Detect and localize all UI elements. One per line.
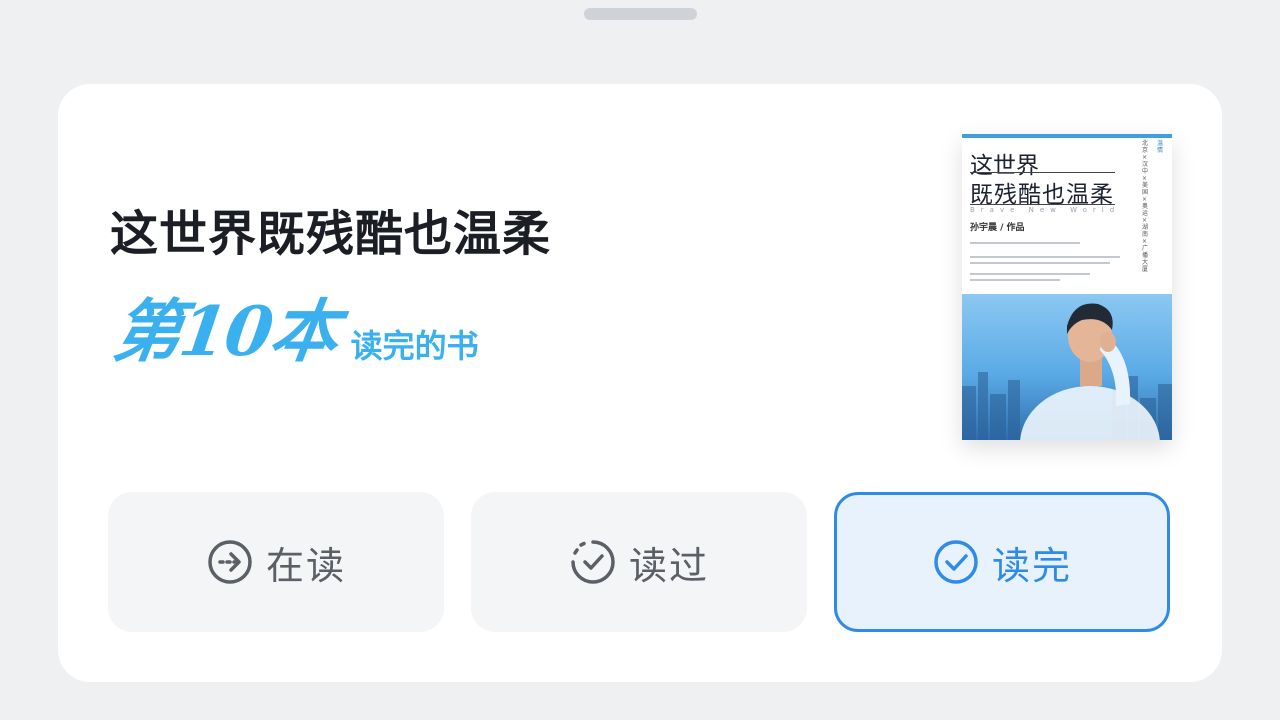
cover-rule bbox=[970, 172, 1115, 173]
status-finished-button[interactable]: 读完 bbox=[834, 492, 1170, 632]
cover-side-text-2: 温情 bbox=[1157, 140, 1164, 154]
cover-text-line bbox=[970, 262, 1110, 264]
cover-text-line bbox=[970, 273, 1090, 275]
arrow-right-circle-icon bbox=[206, 538, 254, 586]
cover-text-line bbox=[970, 256, 1120, 258]
cover-subtitle: Brave New World bbox=[970, 206, 1121, 214]
drag-handle[interactable] bbox=[584, 8, 697, 20]
cover-photo bbox=[962, 294, 1172, 440]
status-finished-label: 读完 bbox=[991, 543, 1072, 588]
milestone-count: 第10本 bbox=[108, 292, 343, 372]
status-reading-label: 在读 bbox=[265, 543, 346, 588]
cover-side-text: 北京×汉中×美国×奥运×湖南×广播大厦 bbox=[1142, 140, 1149, 273]
cover-text-line bbox=[970, 242, 1080, 244]
cover-author: 孙宇晨 / 作品 bbox=[970, 223, 1025, 233]
milestone-text: 读完的书 bbox=[350, 327, 479, 365]
cover-rule bbox=[970, 204, 1115, 205]
status-read-before-button[interactable]: 读过 bbox=[471, 492, 807, 632]
book-status-card: 这世界既残酷也温柔 第10本 读完的书 这世界 既残酷也温柔 Brave New… bbox=[58, 84, 1222, 682]
cover-top-bar bbox=[962, 134, 1172, 138]
status-reading-button[interactable]: 在读 bbox=[108, 492, 444, 632]
status-read-before-label: 读过 bbox=[628, 543, 709, 588]
book-title: 这世界既残酷也温柔 bbox=[110, 206, 552, 262]
cover-text-line bbox=[970, 279, 1060, 281]
check-circle-icon bbox=[932, 538, 980, 586]
reading-milestone: 第10本 读完的书 bbox=[108, 292, 479, 372]
dashed-check-circle-icon bbox=[569, 538, 617, 586]
cover-photo-illustration bbox=[962, 303, 1172, 440]
book-cover: 这世界 既残酷也温柔 Brave New World 孙宇晨 / 作品 北京×汉… bbox=[962, 134, 1172, 440]
